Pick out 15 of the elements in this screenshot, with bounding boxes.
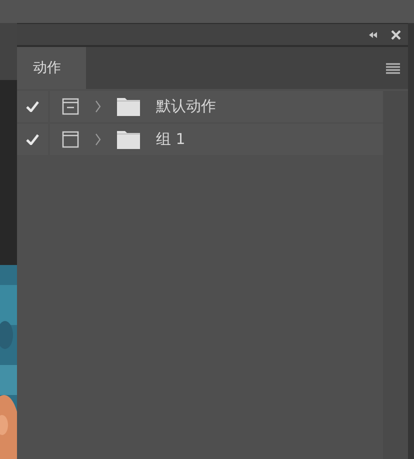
close-icon[interactable] [391, 30, 401, 40]
checkmark-icon[interactable] [26, 101, 39, 112]
scroll-track[interactable] [383, 91, 408, 459]
checkmark-icon[interactable] [26, 134, 39, 145]
folder-icon [117, 130, 140, 148]
action-set-name[interactable]: 默认动作 [156, 97, 216, 116]
menu-icon[interactable] [386, 62, 400, 74]
panel-tab[interactable]: 动作 [17, 47, 86, 89]
collapse-icon[interactable] [369, 32, 377, 38]
chevron-icon[interactable] [95, 100, 101, 113]
dialog-toggle-icon[interactable] [62, 98, 79, 115]
chevron-icon[interactable] [95, 133, 101, 146]
action-set-name[interactable]: 组 1 [156, 130, 186, 149]
folder-icon [117, 98, 140, 116]
dialog-toggle-icon[interactable] [62, 131, 79, 148]
